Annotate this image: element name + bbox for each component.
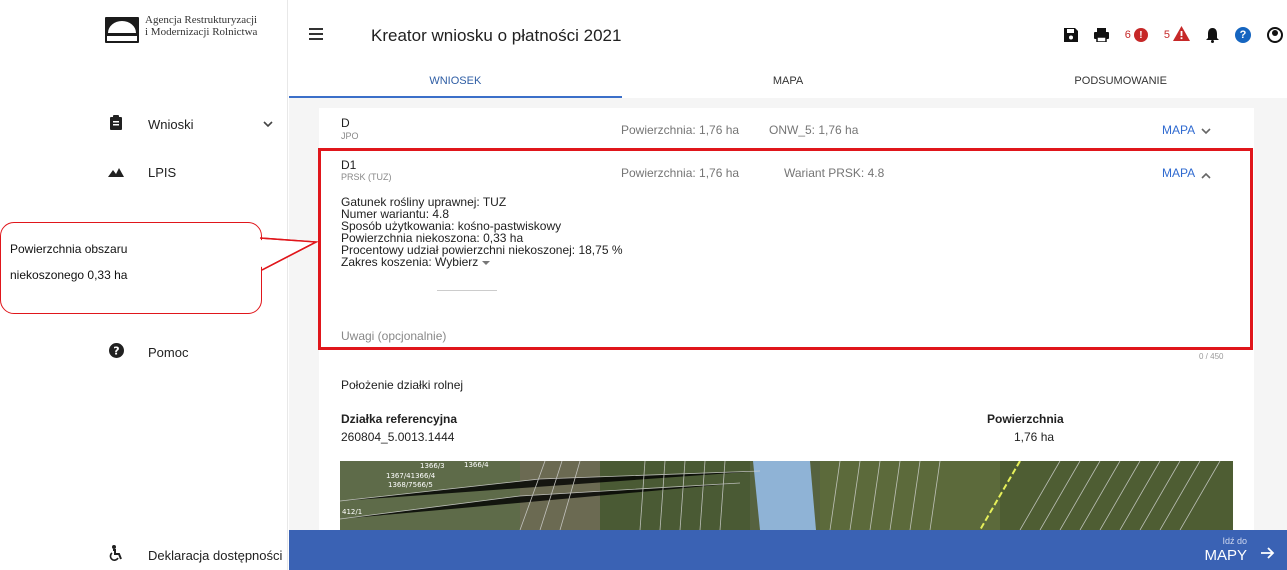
- callout-text: Powierzchnia obszaru niekoszonego 0,33 h…: [10, 236, 127, 288]
- col-header-dzialka: Działka referencyjna: [341, 412, 458, 426]
- map-label: 1366/3: [420, 462, 445, 470]
- go-to-big-label: MAPY: [1204, 547, 1247, 564]
- chevron-up-icon[interactable]: [1201, 168, 1211, 182]
- parcel-extra: Wariant PRSK: 4.8: [784, 166, 885, 180]
- errors-indicator[interactable]: 6 !: [1125, 24, 1148, 46]
- parcel-area: Powierzchnia: 1,76 ha: [621, 166, 740, 180]
- help-icon[interactable]: ?: [1235, 24, 1251, 46]
- callout-line-1: Powierzchnia obszaru: [10, 242, 128, 256]
- error-count: 6: [1124, 29, 1131, 41]
- page-title: Kreator wniosku o płatności 2021: [371, 26, 622, 45]
- go-to-map-bar[interactable]: Idź do MAPY: [289, 530, 1287, 570]
- save-icon[interactable]: [1063, 24, 1078, 46]
- arrow-right-icon: [1261, 546, 1275, 564]
- parcel-extra: ONW_5: 1,76 ha: [769, 123, 859, 137]
- bell-icon[interactable]: [1206, 24, 1219, 46]
- col-header-powierzchnia: Powierzchnia: [987, 412, 1064, 426]
- tab-mapa[interactable]: MAPA: [622, 70, 955, 98]
- help-circle-icon: ?: [107, 342, 125, 362]
- svg-text:?: ?: [113, 344, 119, 357]
- top-bar: Kreator wniosku o płatności 2021 6 ! 5 ?: [289, 0, 1287, 70]
- parcel-type: JPO: [341, 131, 359, 141]
- map-label: 1367/41366/4: [386, 472, 436, 480]
- map-link[interactable]: MAPA: [1162, 123, 1195, 137]
- error-icon: !: [1133, 28, 1148, 42]
- sidebar-item-deklaracja[interactable]: Deklaracja dostępności: [0, 537, 288, 570]
- parcel-code: D: [341, 116, 350, 130]
- parcel-area-value: 1,76 ha: [1014, 430, 1055, 444]
- user-icon[interactable]: [1267, 24, 1283, 46]
- parcel-details: Gatunek rośliny uprawnej: TUZ Numer wari…: [341, 196, 623, 268]
- app-root: Agencja Restrukturyzacji i Modernizacji …: [0, 0, 1287, 570]
- parcel-code: D1: [341, 158, 357, 172]
- warnings-indicator[interactable]: 5: [1164, 24, 1190, 46]
- parcel-map[interactable]: 1366/3 1366/4 1367/41366/4 1368/7566/5 4…: [340, 461, 1233, 530]
- parcel-row-d1: D1 PRSK (TUZ) Powierzchnia: 1,76 ha Wari…: [319, 146, 1254, 396]
- select-underline: [437, 290, 497, 291]
- map-label: 1366/4: [464, 461, 489, 469]
- warning-icon: [1173, 26, 1190, 44]
- map-label: 412/1: [342, 508, 362, 516]
- callout-line-2: niekoszonego 0,33 ha: [10, 268, 128, 282]
- accessibility-icon: [107, 545, 125, 565]
- chevron-down-icon[interactable]: [1201, 124, 1211, 138]
- zakres-value: Wybierz: [435, 255, 479, 269]
- tab-bar: WNIOSEK MAPA PODSUMOWANIE: [289, 70, 1287, 98]
- sidebar-item-label: Pomoc: [148, 344, 189, 360]
- location-title: Położenie działki rolnej: [341, 378, 464, 392]
- parcel-id: 260804_5.0013.1444: [341, 430, 455, 444]
- parcel-row-d[interactable]: D JPO Powierzchnia: 1,76 ha ONW_5: 1,76 …: [319, 108, 1254, 146]
- map-link[interactable]: MAPA: [1162, 166, 1195, 180]
- detail-zakres: Zakres koszenia: Wybierz: [341, 256, 623, 268]
- warning-count: 5: [1163, 29, 1170, 41]
- go-to-small-label: Idź do: [1222, 536, 1247, 546]
- toolbar-icons: 6 ! 5 ?: [1048, 22, 1287, 48]
- callout-pointer-cover: [259, 237, 319, 271]
- parcel-area: Powierzchnia: 1,76 ha: [621, 123, 740, 137]
- remarks-counter: 0 / 450: [1199, 352, 1224, 361]
- remarks-placeholder: Uwagi (opcjonalnie): [341, 329, 447, 343]
- sidebar-item-label: Deklaracja dostępności: [148, 547, 283, 563]
- zakres-label: Zakres koszenia:: [341, 255, 432, 269]
- zakres-select[interactable]: Wybierz: [435, 255, 491, 269]
- remarks-field[interactable]: Uwagi (opcjonalnie): [341, 329, 1241, 359]
- print-icon[interactable]: [1093, 24, 1109, 46]
- map-label: 1368/7566/5: [388, 481, 433, 489]
- dropdown-caret-icon: [482, 260, 491, 265]
- tab-wniosek[interactable]: WNIOSEK: [289, 70, 622, 98]
- tab-podsumowanie[interactable]: PODSUMOWANIE: [954, 70, 1287, 98]
- parcel-type: PRSK (TUZ): [341, 172, 392, 182]
